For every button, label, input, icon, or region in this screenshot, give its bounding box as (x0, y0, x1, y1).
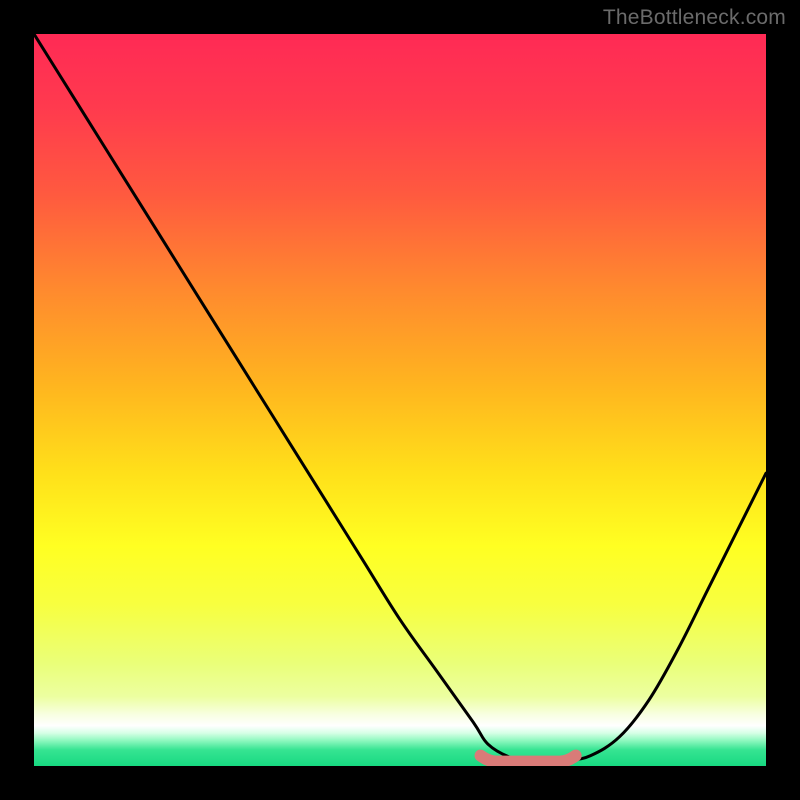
watermark-text: TheBottleneck.com (603, 6, 786, 30)
optimal-range-marker (481, 756, 576, 762)
chart-frame: TheBottleneck.com (0, 0, 800, 800)
gradient-background (34, 34, 766, 766)
bottleneck-chart (34, 34, 766, 766)
plot-area (34, 34, 766, 766)
